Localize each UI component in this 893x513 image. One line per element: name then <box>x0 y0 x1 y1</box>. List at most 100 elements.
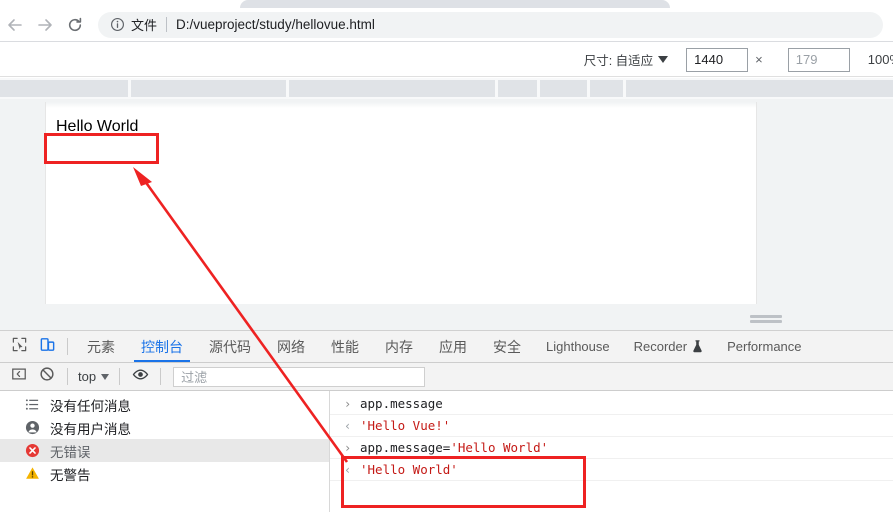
devtools-tab-label: Lighthouse <box>546 339 610 354</box>
devtools-panel: 元素 控制台 源代码网络性能内存 应用安全 Lighthouse Recorder Perf… <box>0 331 893 513</box>
console-sidebar-toggle-button[interactable] <box>5 363 33 391</box>
forward-button[interactable] <box>30 10 60 40</box>
console-output-arrow-icon: ‹ <box>344 463 360 477</box>
device-size-dropdown[interactable]: 尺寸: 自适应 <box>584 50 668 69</box>
viewport-resize-handle[interactable] <box>750 315 782 324</box>
devtools-tab-label: 源代码 <box>209 337 251 357</box>
devtools-tab-10[interactable]: Performance <box>715 331 813 363</box>
devtools-tab-3[interactable]: 网络 <box>264 331 318 363</box>
page-viewport[interactable]: Hello World <box>45 102 757 304</box>
devtools-tab-0[interactable]: 元素 <box>74 331 128 363</box>
console-sidebar-item-label: 无警告 <box>50 464 91 484</box>
console-body: 没有任何消息没有用户消息无错误无警告 ›app.message‹'Hello V… <box>0 391 893 512</box>
media-query-segment[interactable] <box>540 80 587 97</box>
clear-console-button[interactable] <box>33 363 61 391</box>
handle-bar-2 <box>750 320 782 323</box>
devtools-tab-bar: 元素 控制台 源代码网络性能内存 应用安全 Lighthouse Recorder Perf… <box>0 331 893 363</box>
devtools-tab-label: 内存 <box>385 337 413 357</box>
reload-button[interactable] <box>60 10 90 40</box>
console-toolbar-divider-1 <box>67 368 68 385</box>
console-sidebar-toggle-icon <box>11 366 27 387</box>
console-input-arrow-icon: › <box>344 397 360 411</box>
viewport-height-placeholder: 179 <box>796 52 818 67</box>
devtools-tab-label: 控制台 <box>141 337 183 357</box>
device-toolbar-toggle-icon <box>39 336 56 358</box>
media-query-segment[interactable] <box>590 80 623 97</box>
toolbar-divider <box>67 338 68 355</box>
chevron-down-icon <box>101 374 109 380</box>
console-row-text: app.message='Hello World' <box>360 440 548 455</box>
browser-toolbar: 文件 D:/vueproject/study/hellovue.html <box>0 8 893 42</box>
console-sidebar-item-label: 无错误 <box>50 441 91 461</box>
user-message-icon <box>24 420 40 436</box>
chevron-down-icon <box>658 56 668 63</box>
url-text: D:/vueproject/study/hellovue.html <box>176 17 375 32</box>
console-filter-placeholder: 过滤 <box>181 367 207 386</box>
browser-tab-strip <box>0 0 893 8</box>
media-query-segment[interactable] <box>131 80 286 97</box>
back-button[interactable] <box>0 10 30 40</box>
console-row-text: app.message <box>360 396 443 411</box>
console-sidebar-item-1[interactable]: 没有用户消息 <box>0 416 329 439</box>
console-context-selector[interactable]: top <box>74 369 113 384</box>
console-context-label: top <box>78 369 96 384</box>
devtools-tab-label: Performance <box>727 339 801 354</box>
console-string-literal: 'Hello World' <box>450 440 548 455</box>
media-query-segment[interactable] <box>626 80 893 97</box>
console-sidebar-item-0[interactable]: 没有任何消息 <box>0 393 329 416</box>
viewport-width-input[interactable]: 1440 <box>686 48 748 72</box>
device-zoom-value: 100% <box>868 52 893 67</box>
browser-tab[interactable] <box>240 0 670 8</box>
devtools-tab-label: 元素 <box>87 337 115 357</box>
viewport-height-input[interactable]: 179 <box>788 48 850 72</box>
devtools-tab-label: Recorder <box>634 339 687 354</box>
warning-triangle-icon <box>24 466 40 482</box>
console-row-text: 'Hello World' <box>360 462 458 477</box>
devtools-tab-5[interactable]: 内存 <box>372 331 426 363</box>
console-row-text: 'Hello Vue!' <box>360 418 450 433</box>
console-row-1[interactable]: ‹'Hello Vue!' <box>330 415 893 437</box>
list-messages-icon <box>24 397 40 413</box>
device-mode-stage: Hello World <box>0 78 893 331</box>
media-query-segment[interactable] <box>289 80 495 97</box>
console-sidebar: 没有任何消息没有用户消息无错误无警告 <box>0 391 330 512</box>
console-row-3[interactable]: ‹'Hello World' <box>330 459 893 481</box>
device-size-label: 尺寸: 自适应 <box>584 50 653 69</box>
viewport-width-value: 1440 <box>694 52 723 67</box>
console-output[interactable]: ›app.message‹'Hello Vue!'›app.message='H… <box>330 391 893 512</box>
devtools-tab-9[interactable]: Recorder <box>622 331 715 363</box>
info-circle-icon[interactable] <box>110 17 125 32</box>
console-toolbar: top 过滤 <box>0 363 893 391</box>
console-filter-input[interactable]: 过滤 <box>173 367 425 387</box>
device-toolbar-toggle-button[interactable] <box>33 333 61 361</box>
console-sidebar-item-2[interactable]: 无错误 <box>0 439 329 462</box>
reload-icon <box>66 16 84 34</box>
devtools-tab-1[interactable]: 控制台 <box>128 331 196 363</box>
media-query-segment[interactable] <box>498 80 537 97</box>
inspect-element-icon <box>11 336 28 358</box>
omnibox-divider <box>166 17 167 32</box>
console-row-2[interactable]: ›app.message='Hello World' <box>330 437 893 459</box>
devtools-tab-4[interactable]: 性能 <box>318 331 372 363</box>
inspect-element-button[interactable] <box>5 333 33 361</box>
screenshot-root: 文件 D:/vueproject/study/hellovue.html 尺寸:… <box>0 0 893 513</box>
address-bar[interactable]: 文件 D:/vueproject/study/hellovue.html <box>98 12 883 38</box>
devtools-tab-7[interactable]: 安全 <box>480 331 534 363</box>
handle-bar-1 <box>750 315 782 318</box>
console-sidebar-item-label: 没有任何消息 <box>50 395 131 415</box>
device-zoom-dropdown[interactable]: 100% <box>868 52 893 67</box>
error-circle-icon <box>24 443 40 459</box>
console-output-arrow-icon: ‹ <box>344 419 360 433</box>
devtools-tab-8[interactable]: Lighthouse <box>534 331 622 363</box>
console-toolbar-divider-3 <box>160 368 161 385</box>
media-query-segment[interactable] <box>0 80 128 97</box>
devtools-tab-6[interactable]: 应用 <box>426 331 480 363</box>
devtools-tab-label: 应用 <box>439 337 467 357</box>
flask-experiment-icon <box>692 340 703 353</box>
live-expression-button[interactable] <box>126 363 154 391</box>
media-query-bar[interactable] <box>0 78 893 99</box>
devtools-tab-2[interactable]: 源代码 <box>196 331 264 363</box>
console-sidebar-item-label: 没有用户消息 <box>50 418 131 438</box>
console-sidebar-item-3[interactable]: 无警告 <box>0 462 329 485</box>
console-row-0[interactable]: ›app.message <box>330 393 893 415</box>
